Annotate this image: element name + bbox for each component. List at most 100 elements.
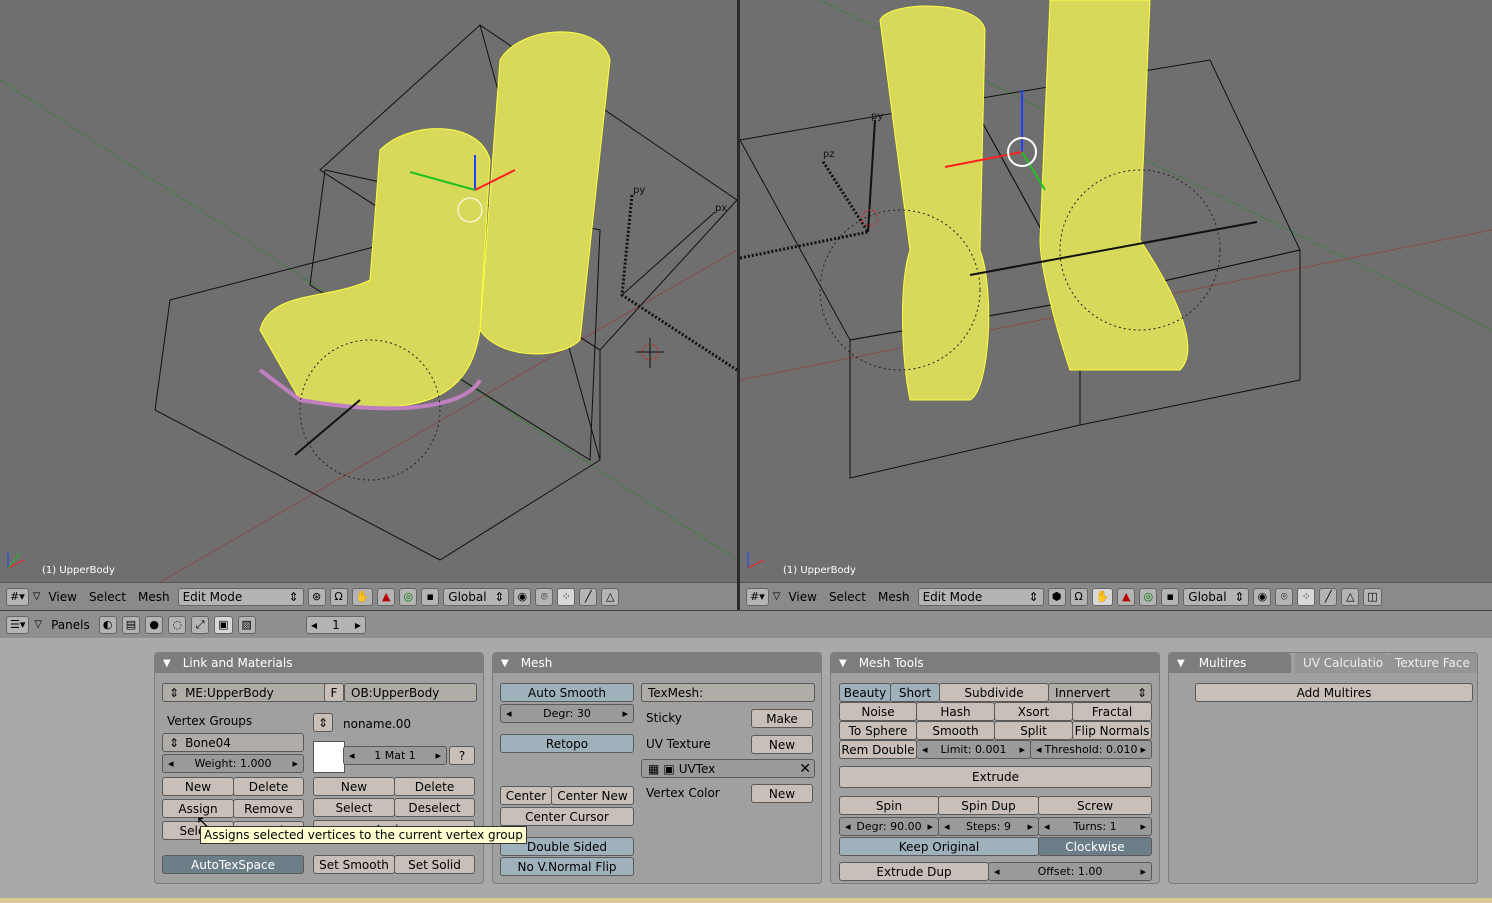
steps-field[interactable]: ◂ Steps: 9 ▸ (938, 817, 1039, 836)
snap-icon[interactable]: ⌾ (1275, 587, 1294, 606)
orientation-select[interactable]: Global ⇕ (443, 587, 510, 606)
translate-icon[interactable]: ▲ (1117, 587, 1136, 606)
delete-x-icon[interactable]: ✕ (799, 761, 811, 777)
material-color-swatch[interactable] (313, 741, 345, 773)
spin-degr-field[interactable]: ◂ Degr: 90.00 ▸ (839, 817, 939, 836)
panel-title[interactable]: ▼ Mesh (493, 653, 821, 673)
weight-field[interactable]: ◂ Weight: 1.000 ▸ (162, 754, 304, 773)
set-solid-button[interactable]: Set Solid (394, 855, 475, 874)
vertex-group-select[interactable]: ⇕ Bone04 (162, 733, 304, 752)
xsort-button[interactable]: Xsort (994, 702, 1073, 721)
object-context-icon[interactable]: ◌ (168, 615, 187, 634)
uvtex-layer[interactable]: ▦ ▣ UVTex ✕ (641, 759, 815, 778)
sticky-make-button[interactable]: Make (751, 709, 813, 728)
editor-type-grid-icon[interactable]: #▾ (6, 587, 29, 606)
object-name-field[interactable]: OB:UpperBody (344, 683, 477, 702)
manipulator-hand-icon[interactable]: ✋ (1091, 587, 1114, 606)
panel-title[interactable]: ▼ Mesh Tools (831, 653, 1159, 673)
tab-texture-face[interactable]: Texture Face (1387, 653, 1477, 673)
material-deselect-button[interactable]: Deselect (394, 798, 475, 817)
editing-context-icon[interactable]: ▣ (214, 615, 233, 634)
turns-field[interactable]: ◂ Turns: 1 ▸ (1038, 817, 1152, 836)
edge-select-icon[interactable]: ╱ (579, 587, 598, 606)
rotate-icon[interactable]: ◎ (399, 587, 418, 606)
menu-view[interactable]: View (784, 590, 820, 604)
retopo-button[interactable]: Retopo (500, 734, 634, 753)
header-collapse-icon[interactable]: ▽ (34, 619, 42, 630)
hash-button[interactable]: Hash (916, 702, 995, 721)
no-vnormal-flip-button[interactable]: No V.Normal Flip (500, 857, 634, 876)
menu-panels[interactable]: Panels (47, 618, 94, 632)
edge-select-icon[interactable]: ╱ (1319, 587, 1338, 606)
shading-context-icon[interactable]: ● (145, 615, 164, 634)
viewport-left[interactable]: py px (1) UpperBody (0, 0, 737, 582)
center-new-button[interactable]: Center New (551, 786, 634, 805)
auto-smooth-button[interactable]: Auto Smooth (500, 683, 634, 702)
fractal-button[interactable]: Fractal (1072, 702, 1152, 721)
tab-uv-calculation[interactable]: UV Calculatio (1295, 653, 1387, 673)
menu-view[interactable]: View (44, 590, 80, 604)
vgroup-new-button[interactable]: New (162, 777, 234, 796)
proportional-icon[interactable]: ◉ (513, 587, 532, 606)
panel-title[interactable]: ▼ Link and Materials (155, 653, 483, 673)
autotexspace-button[interactable]: AutoTexSpace (162, 855, 304, 874)
rem-double-button[interactable]: Rem Double (839, 740, 917, 759)
extrude-dup-button[interactable]: Extrude Dup (839, 862, 989, 881)
mesh-name-field[interactable]: ⇕ ME:UpperBody (162, 683, 330, 702)
logic-context-icon[interactable]: ◐ (98, 615, 117, 634)
beauty-toggle[interactable]: Beauty (839, 683, 891, 702)
vertex-select-icon[interactable]: ⁘ (1297, 587, 1316, 606)
header-collapse-icon[interactable]: ▽ (33, 591, 41, 602)
uv-texture-new-button[interactable]: New (751, 735, 813, 754)
center-button[interactable]: Center (500, 786, 552, 805)
material-help-button[interactable]: ? (449, 746, 475, 765)
mode-select[interactable]: Edit Mode ⇕ (917, 587, 1044, 606)
header-collapse-icon[interactable]: ▽ (773, 591, 781, 602)
menu-mesh[interactable]: Mesh (874, 590, 914, 604)
screw-button[interactable]: Screw (1038, 796, 1152, 815)
vertex-select-icon[interactable]: ⁘ (557, 587, 576, 606)
tab-multires[interactable]: ▼ Multires (1169, 653, 1291, 673)
scale-icon[interactable]: ▪ (1161, 587, 1180, 606)
fake-user-button[interactable]: F (324, 683, 344, 702)
draw-type-icon[interactable]: ⊛ (307, 587, 326, 606)
draw-type-icon[interactable]: ⬢ (1047, 587, 1066, 606)
menu-mesh[interactable]: Mesh (134, 590, 174, 604)
flip-normals-button[interactable]: Flip Normals (1072, 721, 1152, 740)
vgroup-delete-button[interactable]: Delete (233, 777, 304, 796)
material-browse-button[interactable]: ⇕ (313, 713, 333, 732)
material-index-field[interactable]: ◂ 1 Mat 1 ▸ (343, 746, 447, 765)
vertex-color-new-button[interactable]: New (751, 784, 813, 803)
menu-select[interactable]: Select (825, 590, 870, 604)
mode-select[interactable]: Edit Mode ⇕ (177, 587, 304, 606)
script-context-icon[interactable]: ▤ (121, 615, 141, 634)
face-select-icon[interactable]: △ (601, 587, 620, 606)
menu-select[interactable]: Select (85, 590, 130, 604)
scene-context-icon[interactable]: ▨ (237, 615, 256, 634)
clockwise-toggle[interactable]: Clockwise (1038, 837, 1152, 856)
spin-button[interactable]: Spin (839, 796, 939, 815)
auto-smooth-degr-field[interactable]: ◂ Degr: 30 ▸ (500, 704, 634, 723)
face-select-icon[interactable]: △ (1341, 587, 1360, 606)
physics-context-icon[interactable]: ⤢ (191, 615, 210, 634)
innervert-select[interactable]: Innervert ⇕ (1048, 683, 1152, 702)
material-select-button[interactable]: Select (313, 798, 395, 817)
extrude-button[interactable]: Extrude (839, 766, 1152, 788)
frame-field[interactable]: ◂ 1 ▸ (305, 615, 366, 634)
split-button[interactable]: Split (994, 721, 1073, 740)
snap-icon[interactable]: ⌾ (535, 587, 554, 606)
viewport-right[interactable]: pz py (1) UpperBody (740, 0, 1492, 582)
pivot-icon[interactable]: Ω (1069, 587, 1088, 606)
spin-dup-button[interactable]: Spin Dup (938, 796, 1039, 815)
threshold-field[interactable]: ◂ Threshold: 0.010 ▸ (1030, 740, 1152, 759)
vgroup-remove-button[interactable]: Remove (233, 799, 304, 818)
offset-field[interactable]: ◂ Offset: 1.00 ▸ (988, 862, 1152, 881)
short-toggle[interactable]: Short (890, 683, 940, 702)
subdivide-button[interactable]: Subdivide (939, 683, 1049, 702)
material-new-button[interactable]: New (313, 777, 395, 796)
material-delete-button[interactable]: Delete (394, 777, 475, 796)
to-sphere-button[interactable]: To Sphere (839, 721, 917, 740)
noise-button[interactable]: Noise (839, 702, 917, 721)
orientation-select[interactable]: Global ⇕ (1183, 587, 1250, 606)
editor-type-grid-icon[interactable]: #▾ (746, 587, 769, 606)
